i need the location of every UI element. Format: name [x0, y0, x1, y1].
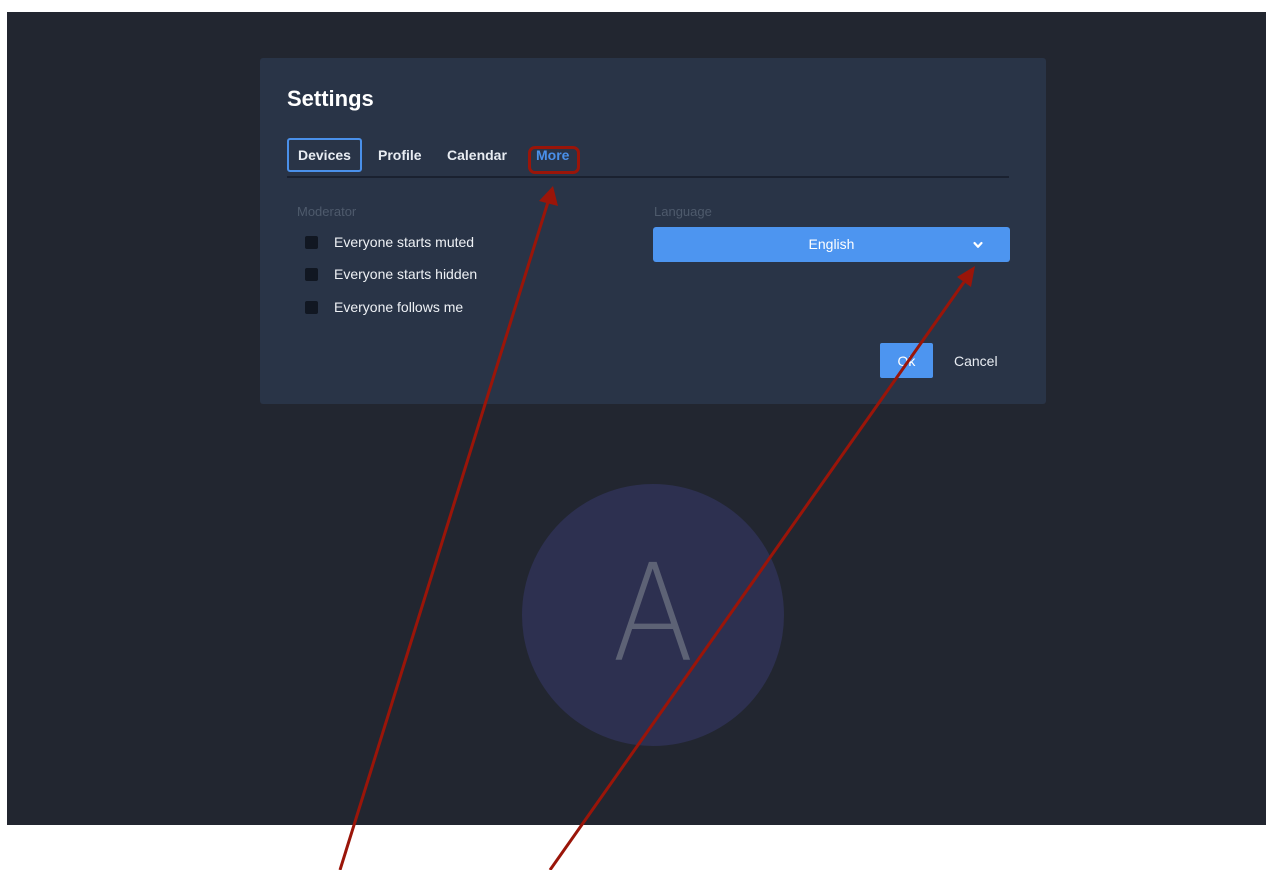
follows-me-label: Everyone follows me	[334, 299, 464, 315]
settings-tabs: Devices Profile Calendar More	[287, 138, 1009, 178]
tab-profile[interactable]: Profile	[378, 138, 422, 172]
avatar: A	[522, 484, 784, 746]
cancel-button[interactable]: Cancel	[948, 343, 1004, 378]
starts-hidden-checkbox[interactable]	[305, 267, 318, 281]
checkbox-row-follows-me[interactable]: Everyone follows me	[305, 297, 463, 317]
language-selected-value: English	[808, 236, 855, 252]
language-heading: Language	[654, 204, 712, 219]
starts-hidden-label: Everyone starts hidden	[334, 266, 478, 282]
starts-muted-label: Everyone starts muted	[334, 234, 475, 250]
tab-devices[interactable]: Devices	[287, 138, 362, 172]
starts-muted-checkbox[interactable]	[305, 235, 318, 249]
checkbox-row-starts-hidden[interactable]: Everyone starts hidden	[305, 264, 477, 284]
ok-button[interactable]: Ok	[880, 343, 933, 378]
language-select[interactable]: English	[653, 227, 1010, 262]
chevron-down-icon[interactable]	[972, 239, 984, 251]
tab-more[interactable]: More	[536, 138, 569, 172]
settings-dialog: Settings Devices Profile Calendar More M…	[260, 58, 1046, 404]
tab-calendar[interactable]: Calendar	[447, 138, 507, 172]
avatar-initial: A	[611, 536, 695, 693]
checkbox-row-starts-muted[interactable]: Everyone starts muted	[305, 232, 474, 252]
moderator-heading: Moderator	[297, 204, 357, 219]
dialog-title: Settings	[287, 86, 374, 111]
app-background: A Settings Devices Profile Calendar More…	[7, 12, 1266, 825]
follows-me-checkbox[interactable]	[305, 300, 318, 314]
